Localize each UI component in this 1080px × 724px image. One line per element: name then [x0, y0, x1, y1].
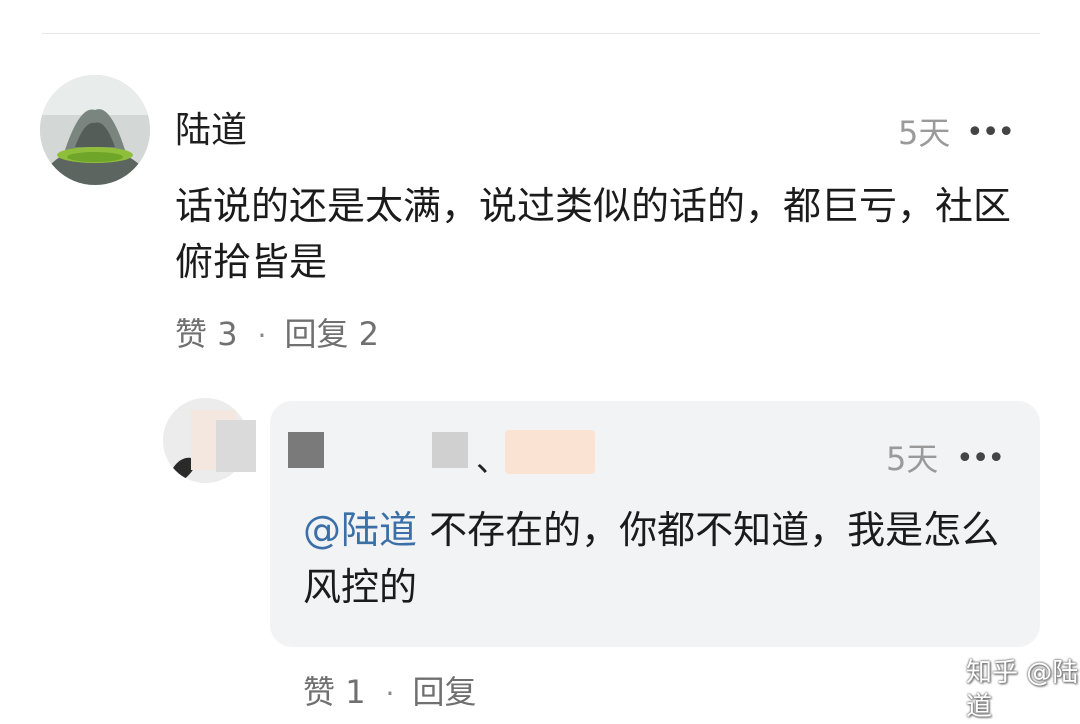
redacted-block	[288, 432, 324, 468]
separator: ·	[257, 319, 267, 352]
separator: ·	[385, 677, 395, 710]
redacted-block	[432, 432, 468, 468]
more-icon[interactable]: •••	[966, 112, 1015, 154]
reply-button[interactable]: 回复 2	[284, 315, 379, 353]
reply-text: @陆道 不存在的，你都不知道，我是怎么风控的	[303, 502, 1003, 616]
reply-author[interactable]: 、	[476, 440, 508, 480]
comment-actions: 赞 3 · 回复 2	[175, 312, 379, 358]
reply-actions: 赞 1 · 回复	[303, 670, 476, 716]
like-button[interactable]: 赞 1	[303, 673, 366, 711]
reply-button[interactable]: 回复	[412, 673, 476, 711]
comment-time: 5天	[898, 114, 951, 152]
reply-time: 5天	[886, 440, 939, 478]
mention-link[interactable]: @陆道	[303, 508, 417, 552]
avatar[interactable]	[40, 75, 150, 185]
redacted-block	[216, 420, 256, 472]
reply-label: 回复	[284, 315, 349, 353]
like-label: 赞	[175, 315, 208, 353]
redacted-block	[505, 430, 595, 474]
comment-author[interactable]: 陆道	[175, 108, 247, 154]
reply-count: 2	[358, 315, 379, 353]
avatar-image	[40, 75, 150, 185]
like-button[interactable]: 赞 3	[175, 315, 238, 353]
top-divider	[42, 33, 1040, 34]
like-count: 1	[345, 673, 366, 711]
like-count: 3	[217, 315, 238, 353]
comment-text: 话说的还是太满，说过类似的话的，都巨亏，社区俯拾皆是	[175, 184, 1012, 284]
watermark: 知乎 @陆道	[966, 658, 1079, 722]
more-icon[interactable]: •••	[956, 438, 1005, 480]
like-label: 赞	[303, 673, 336, 711]
